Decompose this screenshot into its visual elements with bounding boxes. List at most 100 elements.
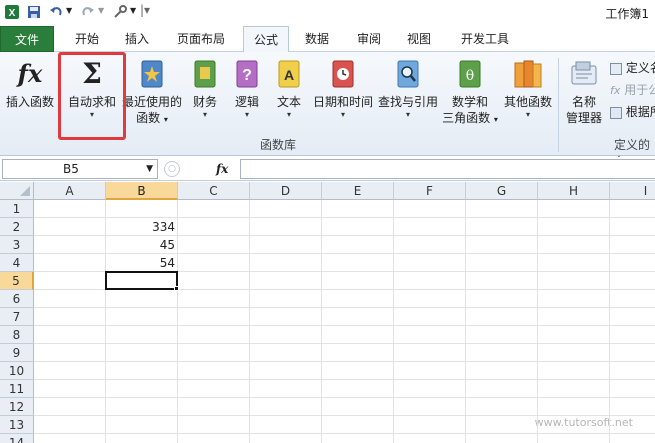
cell-h3[interactable] xyxy=(538,236,610,254)
cell-e7[interactable] xyxy=(322,308,394,326)
cell-h2[interactable] xyxy=(538,218,610,236)
cell-e2[interactable] xyxy=(322,218,394,236)
cell-i4[interactable] xyxy=(610,254,655,272)
cell-g8[interactable] xyxy=(466,326,538,344)
cell-d7[interactable] xyxy=(250,308,322,326)
text-dropdown-icon[interactable]: ▾ xyxy=(270,110,308,120)
row-header-5[interactable]: 5 xyxy=(0,272,34,290)
cell-h1[interactable] xyxy=(538,200,610,218)
cell-i13[interactable] xyxy=(610,416,655,434)
cell-c4[interactable] xyxy=(178,254,250,272)
cell-d2[interactable] xyxy=(250,218,322,236)
cell-i9[interactable] xyxy=(610,344,655,362)
cell-g7[interactable] xyxy=(466,308,538,326)
fill-handle[interactable] xyxy=(174,286,179,291)
more-functions-button[interactable]: 其他函数 ▾ xyxy=(502,52,554,130)
cell-f4[interactable] xyxy=(394,254,466,272)
qa-menu-icon[interactable]: |▾ xyxy=(140,3,150,17)
cell-h12[interactable] xyxy=(538,398,610,416)
cell-f5[interactable] xyxy=(394,272,466,290)
save-icon[interactable] xyxy=(26,4,42,20)
cell-f9[interactable] xyxy=(394,344,466,362)
cell-e1[interactable] xyxy=(322,200,394,218)
name-box[interactable]: B5 ▼ xyxy=(2,159,158,179)
name-manager-button[interactable]: 名称 管理器 xyxy=(562,52,606,130)
row-header-6[interactable]: 6 xyxy=(0,290,34,308)
tab-view[interactable]: 视图 xyxy=(398,26,440,52)
cell-f11[interactable] xyxy=(394,380,466,398)
column-header-h[interactable]: H xyxy=(538,182,610,200)
customize-icon[interactable] xyxy=(112,4,128,20)
cell-d14[interactable] xyxy=(250,434,322,443)
cell-c5[interactable] xyxy=(178,272,250,290)
tab-home[interactable]: 开始 xyxy=(66,26,108,52)
cell-h10[interactable] xyxy=(538,362,610,380)
insert-function-fx-icon[interactable]: fx xyxy=(216,159,228,179)
cell-g13[interactable] xyxy=(466,416,538,434)
cell-c2[interactable] xyxy=(178,218,250,236)
cell-i3[interactable] xyxy=(610,236,655,254)
recent-functions-button[interactable]: 最近使用的 函数 ▾ xyxy=(122,52,182,130)
cell-i6[interactable] xyxy=(610,290,655,308)
cell-c14[interactable] xyxy=(178,434,250,443)
column-header-i[interactable]: I xyxy=(610,182,655,200)
cell-f2[interactable] xyxy=(394,218,466,236)
cell-e13[interactable] xyxy=(322,416,394,434)
row-header-2[interactable]: 2 xyxy=(0,218,34,236)
cell-i10[interactable] xyxy=(610,362,655,380)
cell-c7[interactable] xyxy=(178,308,250,326)
cell-e9[interactable] xyxy=(322,344,394,362)
cell-c12[interactable] xyxy=(178,398,250,416)
cell-b3[interactable]: 45 xyxy=(106,236,178,254)
cell-c8[interactable] xyxy=(178,326,250,344)
tab-developer[interactable]: 开发工具 xyxy=(452,26,518,52)
cell-g10[interactable] xyxy=(466,362,538,380)
row-header-7[interactable]: 7 xyxy=(0,308,34,326)
cell-a7[interactable] xyxy=(34,308,106,326)
cell-b13[interactable] xyxy=(106,416,178,434)
tab-insert[interactable]: 插入 xyxy=(116,26,158,52)
cell-a11[interactable] xyxy=(34,380,106,398)
tab-review[interactable]: 审阅 xyxy=(348,26,390,52)
select-all-corner[interactable] xyxy=(0,182,34,200)
cell-e4[interactable] xyxy=(322,254,394,272)
column-header-d[interactable]: D xyxy=(250,182,322,200)
lookup-reference-button[interactable]: 查找与引用 ▾ xyxy=(376,52,440,130)
row-header-4[interactable]: 4 xyxy=(0,254,34,272)
cell-d1[interactable] xyxy=(250,200,322,218)
column-header-a[interactable]: A xyxy=(34,182,106,200)
cell-h4[interactable] xyxy=(538,254,610,272)
cell-c9[interactable] xyxy=(178,344,250,362)
cell-h5[interactable] xyxy=(538,272,610,290)
undo-icon[interactable] xyxy=(48,4,64,20)
cell-c13[interactable] xyxy=(178,416,250,434)
cell-e3[interactable] xyxy=(322,236,394,254)
qa-dropdown-icon[interactable]: ▼ xyxy=(130,6,136,15)
tab-page-layout[interactable]: 页面布局 xyxy=(168,26,234,52)
cell-d12[interactable] xyxy=(250,398,322,416)
cell-d9[interactable] xyxy=(250,344,322,362)
row-header-11[interactable]: 11 xyxy=(0,380,34,398)
cell-a14[interactable] xyxy=(34,434,106,443)
row-header-3[interactable]: 3 xyxy=(0,236,34,254)
define-name-button[interactable]: 定义名 xyxy=(610,58,655,78)
cell-g3[interactable] xyxy=(466,236,538,254)
cell-i2[interactable] xyxy=(610,218,655,236)
cell-h14[interactable] xyxy=(538,434,610,443)
cell-a9[interactable] xyxy=(34,344,106,362)
row-header-8[interactable]: 8 xyxy=(0,326,34,344)
cell-g14[interactable] xyxy=(466,434,538,443)
cell-g6[interactable] xyxy=(466,290,538,308)
redo-dropdown-icon[interactable]: ▼ xyxy=(98,6,104,15)
cell-e6[interactable] xyxy=(322,290,394,308)
formula-input[interactable] xyxy=(240,159,655,179)
cell-f8[interactable] xyxy=(394,326,466,344)
use-in-formula-button[interactable]: fx 用于公 xyxy=(610,80,655,100)
row-header-10[interactable]: 10 xyxy=(0,362,34,380)
cell-b9[interactable] xyxy=(106,344,178,362)
datetime-button[interactable]: 日期和时间 ▾ xyxy=(310,52,376,130)
column-header-f[interactable]: F xyxy=(394,182,466,200)
cell-d3[interactable] xyxy=(250,236,322,254)
cell-f7[interactable] xyxy=(394,308,466,326)
cell-b2[interactable]: 334 xyxy=(106,218,178,236)
